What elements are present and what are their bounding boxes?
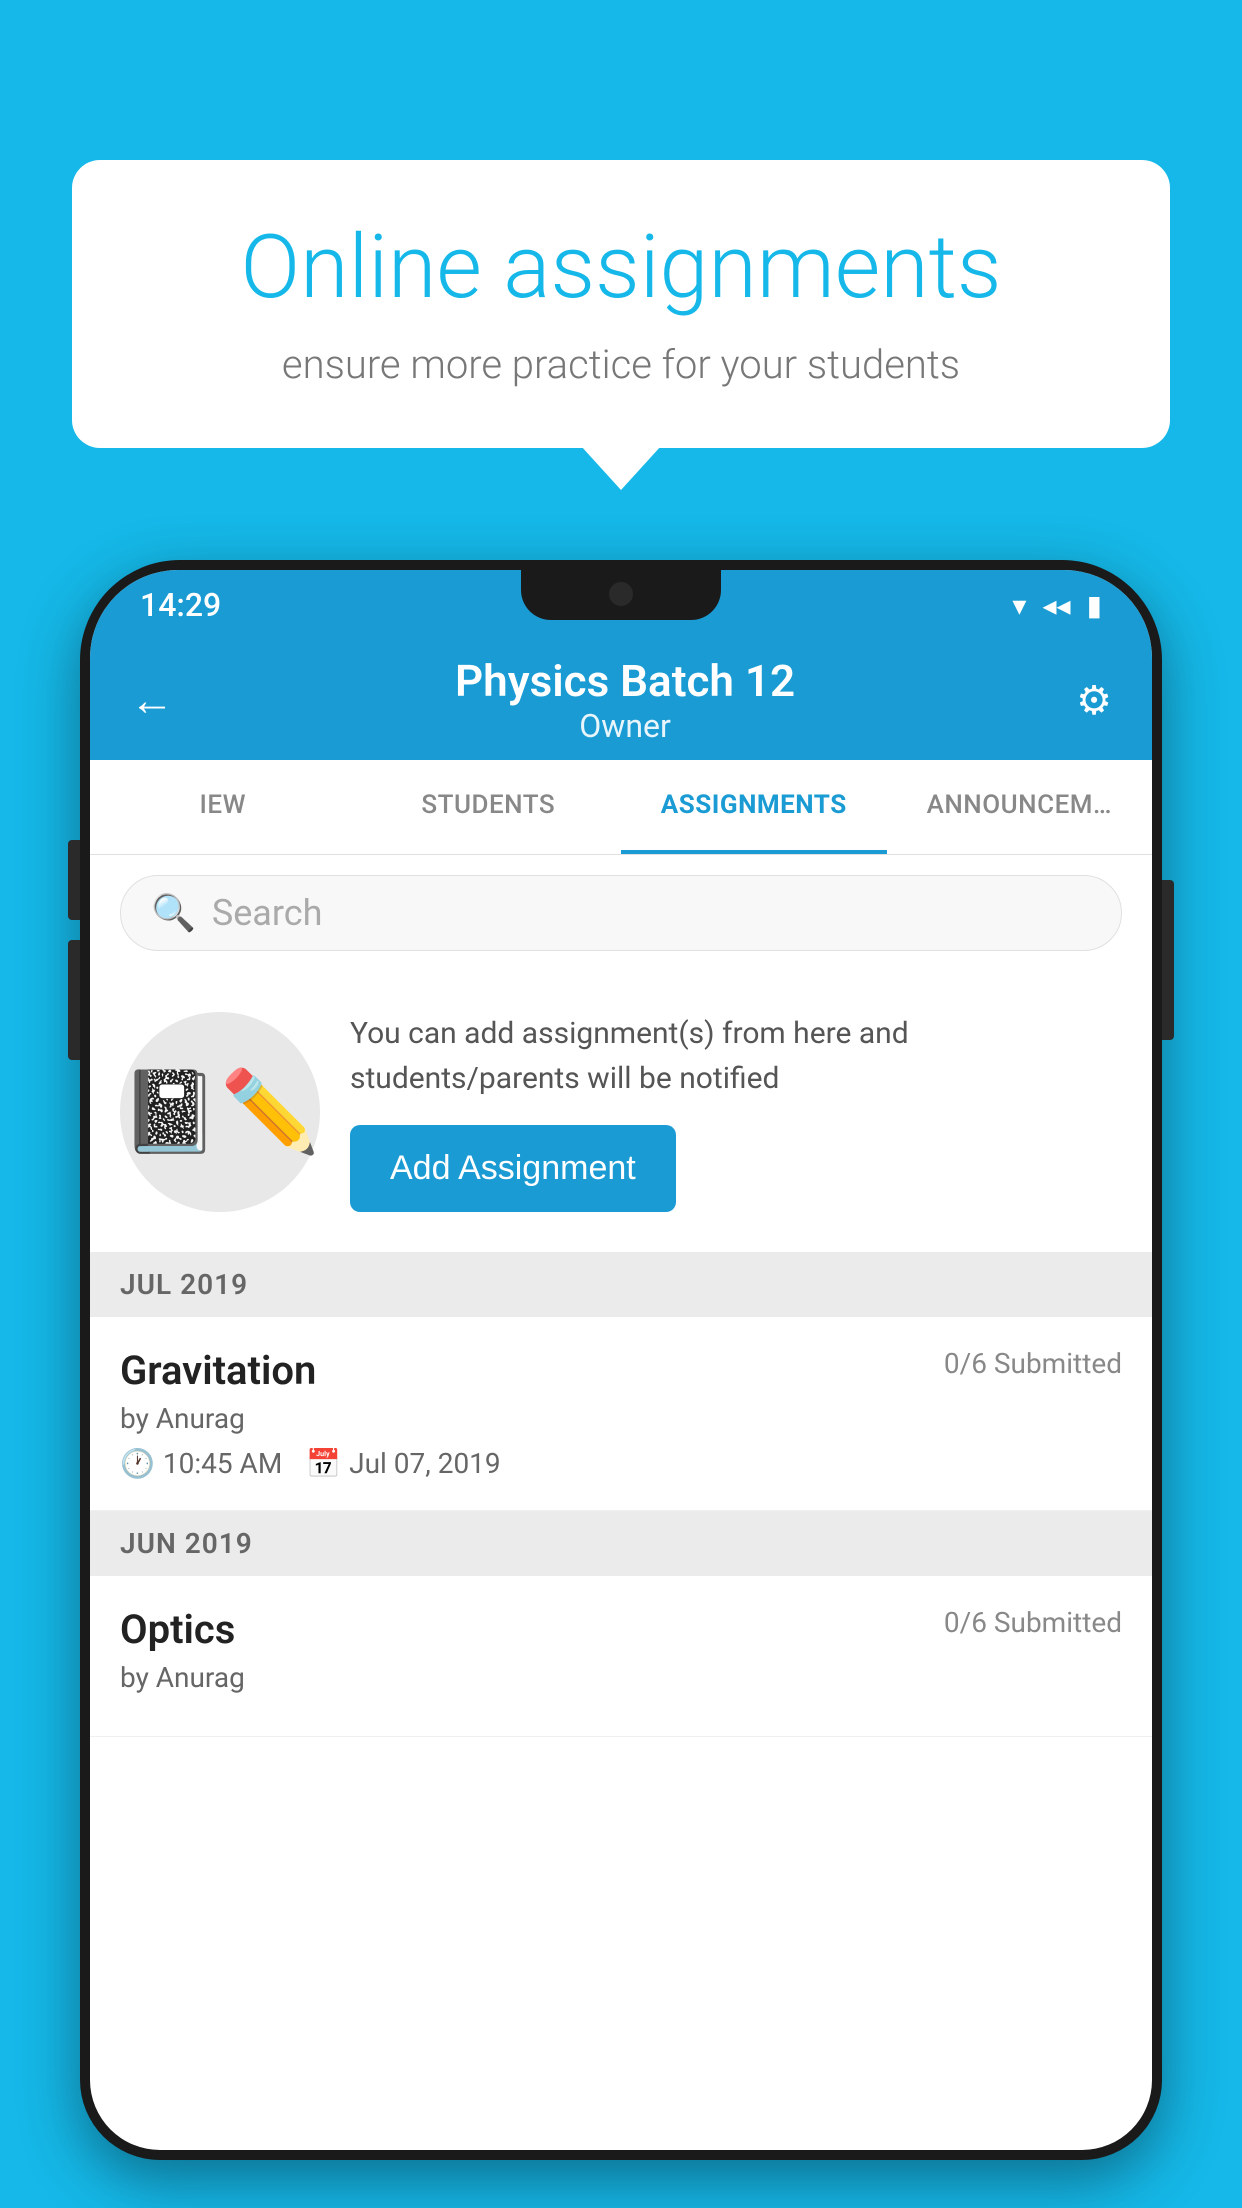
app-header: ← Physics Batch 12 Owner ⚙ <box>90 640 1152 760</box>
meta-date-gravitation: 📅 Jul 07, 2019 <box>306 1447 500 1480</box>
add-assignment-button[interactable]: Add Assignment <box>350 1125 676 1212</box>
clock-icon: 🕐 <box>120 1447 155 1480</box>
status-icons: ▾ ◂◂ ▮ <box>1012 589 1102 622</box>
header-title: Physics Batch 12 <box>455 655 795 707</box>
phone-screen: 14:29 ▾ ◂◂ ▮ ← Physics Batch 12 Owner ⚙ <box>90 570 1152 2150</box>
assignment-by-optics: by Anurag <box>120 1661 1122 1694</box>
phone-btn-power <box>1162 880 1174 1040</box>
speech-bubble: Online assignments ensure more practice … <box>72 160 1170 448</box>
settings-button[interactable]: ⚙ <box>1076 677 1112 724</box>
assignment-name-optics: Optics <box>120 1606 235 1653</box>
assignment-item-gravitation[interactable]: Gravitation 0/6 Submitted by Anurag 🕐 10… <box>90 1317 1152 1511</box>
phone-outer: 14:29 ▾ ◂◂ ▮ ← Physics Batch 12 Owner ⚙ <box>80 560 1162 2160</box>
phone-notch <box>521 570 721 620</box>
assignment-icon-circle: 📓✏️ <box>120 1012 320 1212</box>
tab-iew[interactable]: IEW <box>90 760 356 854</box>
calendar-icon: 📅 <box>306 1447 341 1480</box>
search-placeholder: Search <box>212 892 323 934</box>
assignment-item-optics[interactable]: Optics 0/6 Submitted by Anurag <box>90 1576 1152 1737</box>
tab-students[interactable]: STUDENTS <box>356 760 622 854</box>
speech-bubble-title: Online assignments <box>152 220 1090 317</box>
tab-assignments[interactable]: ASSIGNMENTS <box>621 760 887 854</box>
assignment-meta-gravitation: 🕐 10:45 AM 📅 Jul 07, 2019 <box>120 1447 1122 1480</box>
phone-btn-volume-up <box>68 840 80 920</box>
assignment-item-header-optics: Optics 0/6 Submitted <box>120 1606 1122 1653</box>
header-subtitle: Owner <box>455 707 795 745</box>
section-header-jun-2019: JUN 2019 <box>90 1511 1152 1576</box>
assignment-submitted-gravitation: 0/6 Submitted <box>944 1347 1122 1380</box>
search-bar[interactable]: 🔍 Search <box>120 875 1122 951</box>
assignment-item-header: Gravitation 0/6 Submitted <box>120 1347 1122 1394</box>
tab-announcements[interactable]: ANNOUNCEM… <box>887 760 1153 854</box>
add-assignment-content: You can add assignment(s) from here and … <box>350 1011 1122 1212</box>
add-assignment-description: You can add assignment(s) from here and … <box>350 1011 1122 1101</box>
search-bar-container: 🔍 Search <box>90 855 1152 971</box>
assignment-time-gravitation: 10:45 AM <box>163 1447 282 1480</box>
meta-time-gravitation: 🕐 10:45 AM <box>120 1447 282 1480</box>
add-assignment-section: 📓✏️ You can add assignment(s) from here … <box>90 971 1152 1252</box>
phone-camera <box>609 582 633 606</box>
phone-btn-volume-down <box>68 940 80 1060</box>
wifi-icon: ▾ <box>1012 589 1026 622</box>
speech-bubble-container: Online assignments ensure more practice … <box>72 160 1170 448</box>
battery-icon: ▮ <box>1087 589 1102 622</box>
back-button[interactable]: ← <box>130 674 174 726</box>
phone-frame: 14:29 ▾ ◂◂ ▮ ← Physics Batch 12 Owner ⚙ <box>80 560 1162 2208</box>
scrollable-content: 🔍 Search 📓✏️ You can add assignment(s) f… <box>90 855 1152 2150</box>
speech-bubble-subtitle: ensure more practice for your students <box>152 341 1090 388</box>
signal-icon: ◂◂ <box>1042 589 1070 622</box>
assignment-by-gravitation: by Anurag <box>120 1402 1122 1435</box>
search-icon: 🔍 <box>151 892 196 934</box>
assignment-name-gravitation: Gravitation <box>120 1347 316 1394</box>
section-header-jul-2019: JUL 2019 <box>90 1252 1152 1317</box>
assignment-submitted-optics: 0/6 Submitted <box>944 1606 1122 1639</box>
assignment-notebook-icon: 📓✏️ <box>120 1065 319 1159</box>
status-time: 14:29 <box>140 586 221 624</box>
header-center: Physics Batch 12 Owner <box>455 655 795 745</box>
tabs-container: IEW STUDENTS ASSIGNMENTS ANNOUNCEM… <box>90 760 1152 855</box>
screen-inner: 14:29 ▾ ◂◂ ▮ ← Physics Batch 12 Owner ⚙ <box>90 570 1152 2150</box>
assignment-date-gravitation: Jul 07, 2019 <box>349 1447 501 1480</box>
